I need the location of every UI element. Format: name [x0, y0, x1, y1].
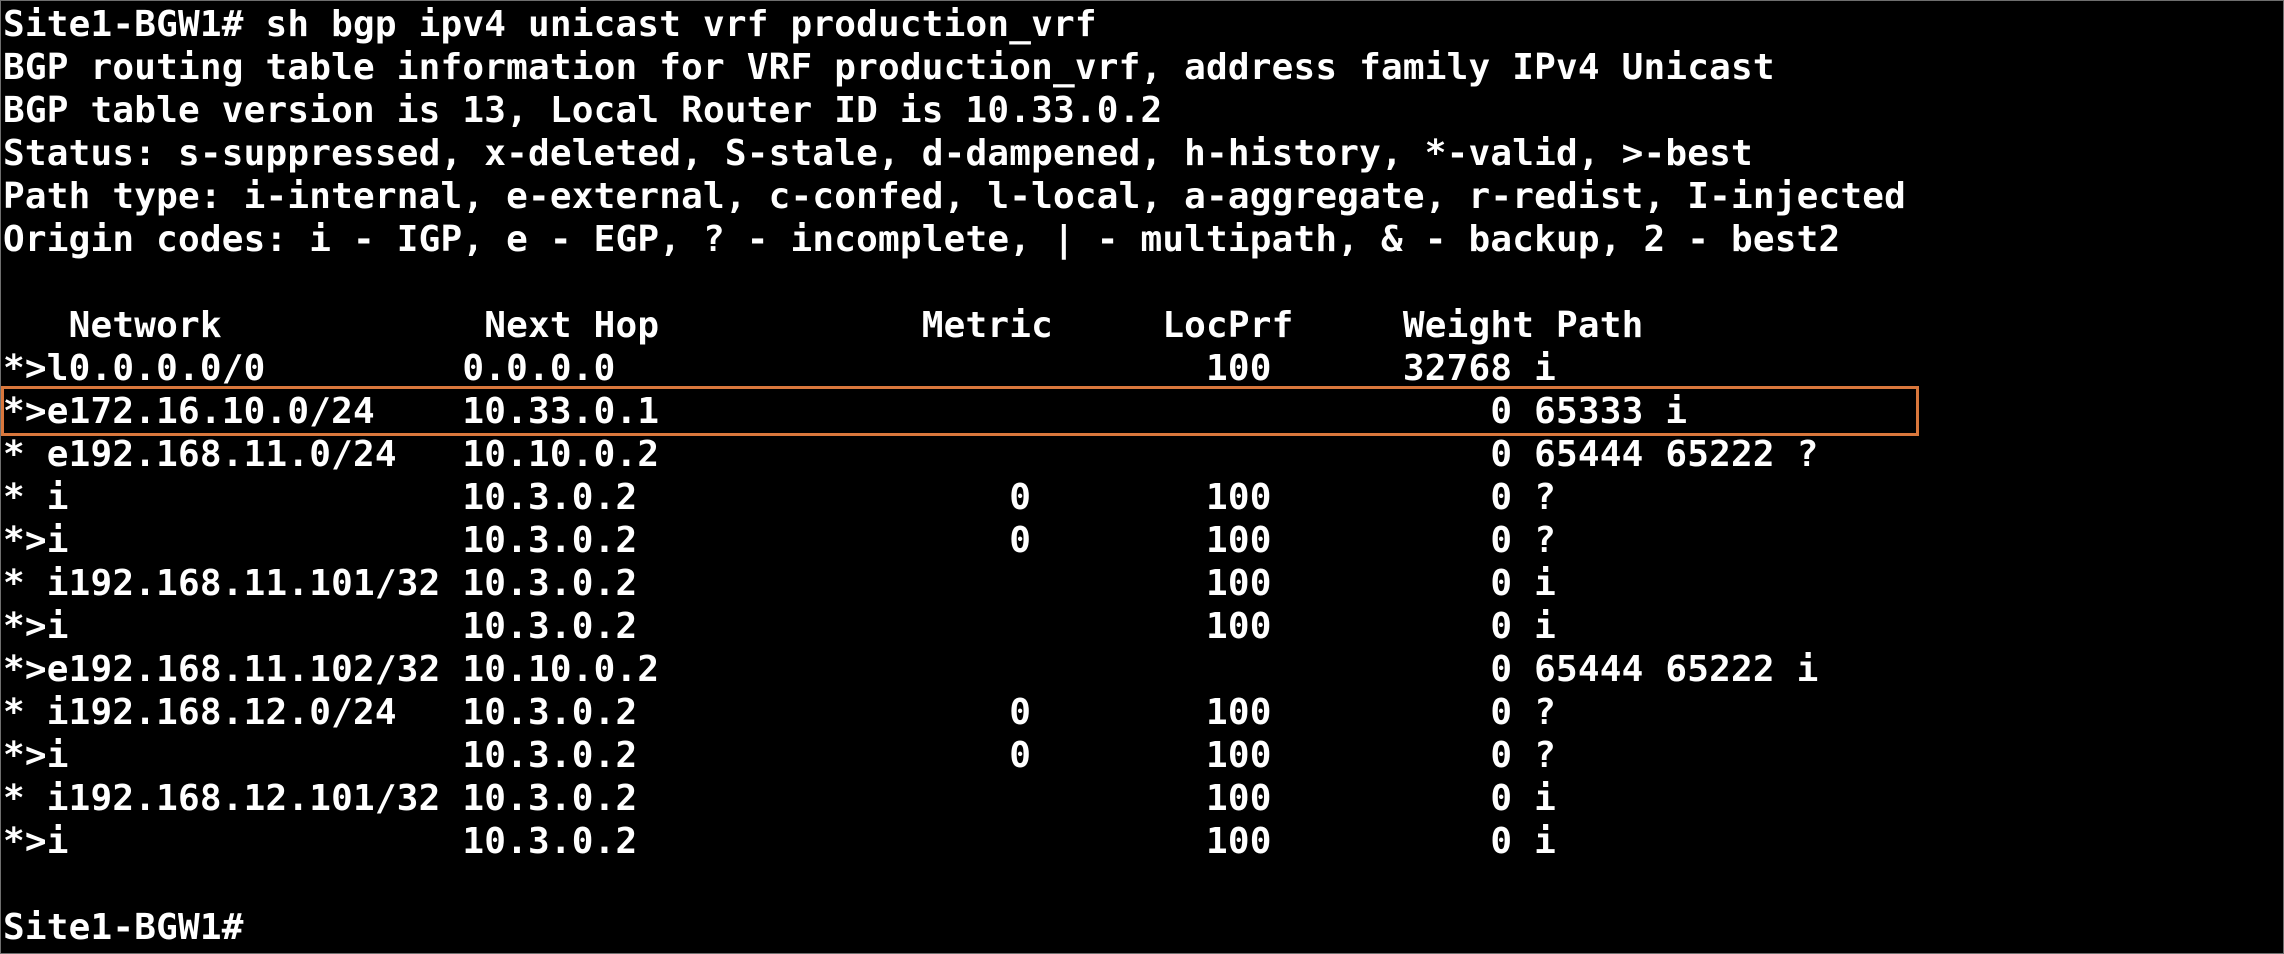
terminal-window[interactable]: Site1-BGW1# sh bgp ipv4 unicast vrf prod…	[0, 0, 2284, 954]
output-line-table-version: BGP table version is 13, Local Router ID…	[3, 90, 1163, 131]
table-row: *>e192.168.11.102/32 10.10.0.2 0 65444 6…	[3, 649, 1819, 690]
table-row: *>i 10.3.0.2 0 100 0 ?	[3, 735, 1557, 776]
highlight-box	[1, 386, 1919, 436]
table-row: *>i 10.3.0.2 0 100 0 ?	[3, 520, 1557, 561]
output-line-path-type: Path type: i-internal, e-external, c-con…	[3, 176, 1907, 217]
table-row: *>i 10.3.0.2 100 0 i	[3, 821, 1557, 862]
table-row: * i192.168.12.101/32 10.3.0.2 100 0 i	[3, 778, 1557, 819]
table-row: * i192.168.12.0/24 10.3.0.2 0 100 0 ?	[3, 692, 1557, 733]
output-line-origin-codes: Origin codes: i - IGP, e - EGP, ? - inco…	[3, 219, 1841, 260]
table-row: * i 10.3.0.2 0 100 0 ?	[3, 477, 1557, 518]
output-line-table-info: BGP routing table information for VRF pr…	[3, 47, 1775, 88]
command-line: Site1-BGW1# sh bgp ipv4 unicast vrf prod…	[3, 4, 1097, 45]
table-row: *>i 10.3.0.2 100 0 i	[3, 606, 1557, 647]
table-row: * e192.168.11.0/24 10.10.0.2 0 65444 652…	[3, 434, 1819, 475]
table-row: *>l0.0.0.0/0 0.0.0.0 100 32768 i	[3, 348, 1557, 389]
table-header: Network Next Hop Metric LocPrf Weight Pa…	[3, 305, 1644, 346]
table-row: * i192.168.11.101/32 10.3.0.2 100 0 i	[3, 563, 1557, 604]
prompt-line[interactable]: Site1-BGW1#	[3, 906, 244, 949]
output-line-status-codes: Status: s-suppressed, x-deleted, S-stale…	[3, 133, 1753, 174]
